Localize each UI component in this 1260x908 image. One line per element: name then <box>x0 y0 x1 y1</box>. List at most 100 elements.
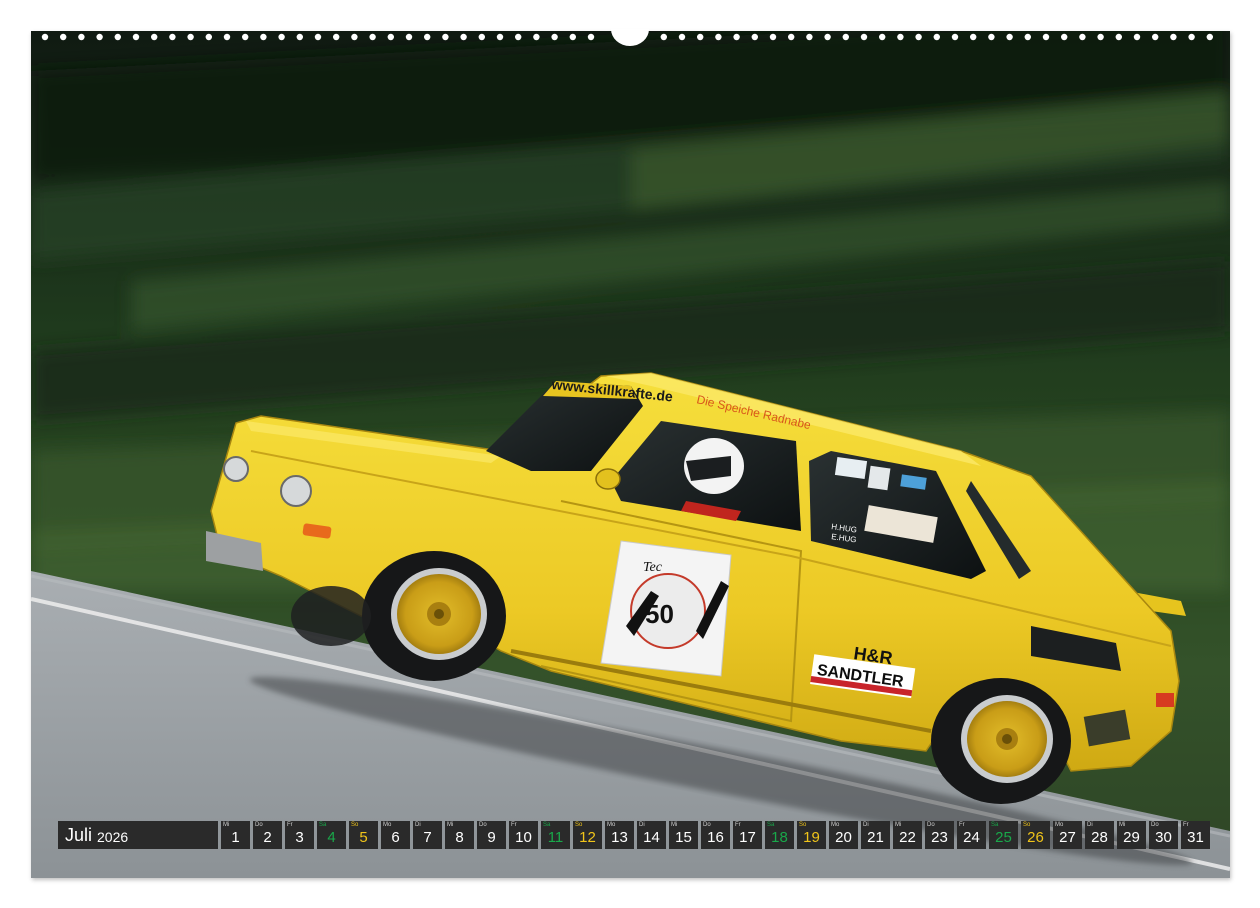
binding-hole <box>824 33 831 41</box>
day-number: 13 <box>611 829 628 846</box>
binding-hole <box>460 33 467 41</box>
weekday-abbrev: Do <box>1151 822 1159 828</box>
weekday-abbrev: Sa <box>991 822 999 828</box>
binding-hole <box>1061 33 1068 41</box>
day-cell: Sa 18 <box>765 821 794 849</box>
day-number: 2 <box>263 829 272 846</box>
day-cell: Mi 22 <box>893 821 922 849</box>
day-cell: Fr 17 <box>733 821 762 849</box>
binding-hole <box>41 33 49 41</box>
weekday-abbrev: Di <box>415 822 421 828</box>
weekday-abbrev: Di <box>863 822 869 828</box>
binding-hole <box>478 33 485 41</box>
weekday-abbrev: Mi <box>1119 822 1126 828</box>
weekday-abbrev: Do <box>703 822 711 828</box>
weekday-abbrev: Mo <box>1055 822 1064 828</box>
day-number: 4 <box>327 829 336 846</box>
binding-hole <box>205 33 212 41</box>
binding-hole <box>970 33 977 41</box>
day-cell: Do 30 <box>1149 821 1178 849</box>
binding-hole <box>369 33 376 41</box>
day-cell: Do 23 <box>925 821 954 849</box>
day-cell: Di 28 <box>1085 821 1114 849</box>
binding-hole <box>515 33 522 41</box>
binding-hole <box>151 33 158 41</box>
weekday-abbrev: Mo <box>607 822 616 828</box>
weekday-abbrev: Di <box>639 822 645 828</box>
day-cell: Mi 29 <box>1117 821 1146 849</box>
weekday-abbrev: Mi <box>447 822 454 828</box>
weekday-abbrev: So <box>351 822 359 828</box>
day-number: 18 <box>771 829 788 846</box>
binding-hole <box>1152 33 1159 41</box>
binding-hole <box>933 33 940 41</box>
binding-hole <box>1115 33 1123 41</box>
binding-hole <box>715 33 722 41</box>
binding-hole <box>1188 33 1195 41</box>
binding-hole <box>915 33 922 41</box>
day-cell: Mo 6 <box>381 821 410 849</box>
binding-hole <box>842 33 849 41</box>
binding-hole <box>333 33 340 41</box>
door-logo-text: Tec <box>643 560 663 575</box>
weekday-abbrev: Sa <box>767 822 775 828</box>
day-number: 11 <box>547 829 564 846</box>
day-cell: Do 16 <box>701 821 730 849</box>
weekday-abbrev: Fr <box>959 822 965 828</box>
binding-hole <box>1170 33 1177 41</box>
day-cells: Mi 1 Do 2 Fr 3 Sa 4 So 5 Mo 6 Di 7 Mi 8 Do 9 Fr 10 Sa 11 So 12 M… <box>221 821 1210 849</box>
binding-hole <box>678 33 686 41</box>
binding-hole <box>1006 33 1013 41</box>
weekday-abbrev: So <box>799 822 807 828</box>
day-cell: Sa 25 <box>989 821 1018 849</box>
day-cell: So 5 <box>349 821 378 849</box>
day-number: 8 <box>455 829 464 846</box>
binding-hole <box>860 33 868 41</box>
day-number: 16 <box>707 829 724 846</box>
weekday-abbrev: Mo <box>831 822 840 828</box>
day-number: 15 <box>675 829 692 846</box>
hanger-notch <box>611 29 649 46</box>
binding-hole <box>296 33 303 41</box>
binding-hole <box>660 33 667 41</box>
weekday-abbrev: Fr <box>1183 822 1189 828</box>
weekday-abbrev: So <box>1023 822 1031 828</box>
day-cell: Di 21 <box>861 821 890 849</box>
day-cell: Do 9 <box>477 821 506 849</box>
day-number: 26 <box>1027 829 1044 846</box>
day-number: 9 <box>487 829 496 846</box>
day-number: 23 <box>931 829 948 846</box>
month-name: Juli <box>65 824 93 845</box>
binding-hole <box>96 33 103 41</box>
month-year: 2026 <box>97 828 129 845</box>
binding-hole <box>496 33 504 41</box>
weekday-abbrev: Fr <box>511 822 517 828</box>
weekday-abbrev: Mo <box>383 822 392 828</box>
start-number: 50 <box>645 599 674 629</box>
start-number-plate: Tec 50 <box>600 540 732 677</box>
binding-hole <box>897 33 904 41</box>
binding-hole <box>1133 33 1141 41</box>
day-number: 30 <box>1155 829 1172 846</box>
weekday-abbrev: Fr <box>735 822 741 828</box>
front-wheel <box>362 551 506 681</box>
day-cell: So 19 <box>797 821 826 849</box>
rear-wheel <box>931 678 1071 804</box>
day-number: 5 <box>359 829 368 846</box>
day-cell: Mo 13 <box>605 821 634 849</box>
day-number: 1 <box>231 829 240 846</box>
binding-hole <box>405 33 413 41</box>
binding-hole <box>1097 33 1104 41</box>
day-number: 20 <box>835 829 852 846</box>
binding-hole <box>60 33 67 41</box>
binding-hole <box>1079 33 1086 41</box>
day-number: 10 <box>515 829 532 846</box>
calendar-page: Tec 50 www.skillkrafte.de Die Speiche Ra… <box>0 0 1260 908</box>
day-number: 27 <box>1059 829 1076 846</box>
binding-hole <box>569 33 576 41</box>
day-cell: Sa 4 <box>317 821 346 849</box>
weekday-abbrev: Sa <box>543 822 551 828</box>
day-number: 31 <box>1187 829 1204 846</box>
weekday-abbrev: Mi <box>671 822 678 828</box>
day-number: 6 <box>391 829 400 846</box>
